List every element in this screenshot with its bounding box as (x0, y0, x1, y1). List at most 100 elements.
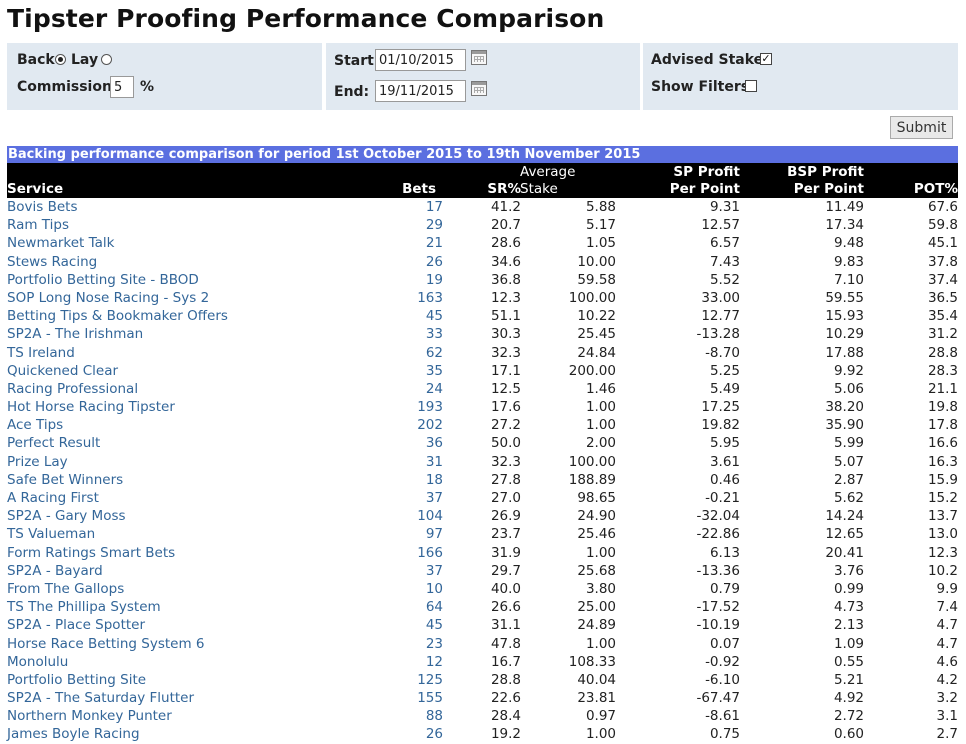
service-link[interactable]: Newmarket Talk (7, 234, 115, 252)
bets-link[interactable]: 21 (426, 234, 443, 252)
bets-link[interactable]: 104 (417, 507, 443, 525)
bets-link[interactable]: 64 (426, 598, 443, 616)
calendar-icon[interactable] (471, 50, 487, 65)
service-link[interactable]: Horse Race Betting System 6 (7, 635, 205, 653)
bets-link[interactable]: 202 (417, 416, 443, 434)
header-service: Service (7, 181, 64, 197)
table-row: SP2A - Bayard 37 29.7 25.68 -13.36 3.76 10.2 (7, 562, 958, 580)
service-link[interactable]: Betting Tips & Bookmaker Offers (7, 307, 228, 325)
bsp-profit-cell: 2.72 (833, 708, 864, 725)
service-link[interactable]: SOP Long Nose Racing - Sys 2 (7, 289, 209, 307)
bets-link[interactable]: 35 (426, 362, 443, 380)
pot-cell: 36.5 (927, 289, 958, 306)
service-link[interactable]: Safe Bet Winners (7, 471, 123, 489)
service-link[interactable]: A Racing First (7, 489, 99, 507)
bets-link[interactable]: 45 (426, 307, 443, 325)
bets-link[interactable]: 33 (426, 325, 443, 343)
service-link[interactable]: Northern Monkey Punter (7, 707, 172, 725)
service-link[interactable]: SP2A - Bayard (7, 562, 103, 580)
lay-radio[interactable] (101, 54, 112, 65)
service-link[interactable]: Portfolio Betting Site (7, 671, 146, 689)
service-link[interactable]: SP2A - The Saturday Flutter (7, 689, 194, 707)
sr-cell: 22.6 (490, 690, 521, 707)
submit-button[interactable]: Submit (890, 116, 953, 139)
pot-cell: 12.3 (927, 544, 958, 561)
bets-link[interactable]: 155 (417, 689, 443, 707)
service-link[interactable]: SP2A - The Irishman (7, 325, 143, 343)
service-link[interactable]: Bovis Bets (7, 198, 77, 216)
bsp-profit-cell: 15.93 (825, 308, 864, 325)
start-date-input[interactable] (375, 49, 466, 71)
show-filters-checkbox[interactable] (745, 80, 757, 92)
bets-link[interactable]: 163 (417, 289, 443, 307)
service-link[interactable]: SP2A - Gary Moss (7, 507, 126, 525)
bets-link[interactable]: 193 (417, 398, 443, 416)
bets-link[interactable]: 166 (417, 544, 443, 562)
bets-link[interactable]: 17 (426, 198, 443, 216)
service-link[interactable]: Perfect Result (7, 434, 100, 452)
bets-link[interactable]: 37 (426, 562, 443, 580)
service-link[interactable]: From The Gallops (7, 580, 124, 598)
service-link[interactable]: Stews Racing (7, 253, 97, 271)
end-date-input[interactable] (375, 80, 466, 102)
sp-profit-cell: 0.79 (709, 580, 740, 597)
bets-link[interactable]: 26 (426, 725, 443, 743)
pot-cell: 37.8 (927, 253, 958, 270)
pot-cell: 15.9 (927, 471, 958, 488)
service-link[interactable]: TS Ireland (7, 344, 75, 362)
bet-type-panel: Back Lay Commission: % (7, 43, 322, 110)
bets-link[interactable]: 97 (426, 525, 443, 543)
bets-link[interactable]: 88 (426, 707, 443, 725)
table-row: Quickened Clear 35 17.1 200.00 5.25 9.92 28.3 (7, 362, 958, 380)
pot-cell: 17.8 (927, 417, 958, 434)
bets-link[interactable]: 12 (426, 653, 443, 671)
service-link[interactable]: Hot Horse Racing Tipster (7, 398, 175, 416)
sr-cell: 28.6 (490, 235, 521, 252)
table-row: Ace Tips 202 27.2 1.00 19.82 35.90 17.8 (7, 416, 958, 434)
bets-link[interactable]: 19 (426, 271, 443, 289)
service-link[interactable]: Ace Tips (7, 416, 63, 434)
back-radio[interactable] (55, 54, 66, 65)
service-link[interactable]: Quickened Clear (7, 362, 118, 380)
sp-profit-cell: -13.36 (696, 562, 740, 579)
bets-link[interactable]: 31 (426, 453, 443, 471)
table-row: TS The Phillipa System 64 26.6 25.00 -17.52 4… (7, 598, 958, 616)
bets-link[interactable]: 125 (417, 671, 443, 689)
service-link[interactable]: Portfolio Betting Site - BBOD (7, 271, 199, 289)
service-link[interactable]: Monolulu (7, 653, 68, 671)
advised-stakes-checkbox[interactable]: ✓ (760, 53, 772, 65)
pot-cell: 16.6 (927, 435, 958, 452)
service-link[interactable]: Prize Lay (7, 453, 68, 471)
header-bsp-top: BSP Profit (787, 164, 864, 180)
service-link[interactable]: TS Valueman (7, 525, 95, 543)
bets-link[interactable]: 10 (426, 580, 443, 598)
bets-link[interactable]: 37 (426, 489, 443, 507)
stake-cell: 100.00 (568, 289, 616, 306)
stake-cell: 24.89 (577, 617, 616, 634)
bets-link[interactable]: 26 (426, 253, 443, 271)
pot-cell: 21.1 (927, 380, 958, 397)
service-link[interactable]: James Boyle Racing (7, 725, 140, 743)
service-link[interactable]: TS The Phillipa System (7, 598, 161, 616)
service-link[interactable]: SP2A - Place Spotter (7, 616, 145, 634)
bets-link[interactable]: 29 (426, 216, 443, 234)
service-link[interactable]: Form Ratings Smart Bets (7, 544, 175, 562)
table-row: Bovis Bets 17 41.2 5.88 9.31 11.49 67.6 (7, 198, 958, 216)
bets-link[interactable]: 24 (426, 380, 443, 398)
bets-link[interactable]: 45 (426, 616, 443, 634)
bets-link[interactable]: 36 (426, 434, 443, 452)
commission-input[interactable] (110, 76, 134, 98)
calendar-icon[interactable] (471, 81, 487, 96)
sp-profit-cell: 6.13 (709, 544, 740, 561)
service-link[interactable]: Ram Tips (7, 216, 69, 234)
bets-link[interactable]: 62 (426, 344, 443, 362)
bets-link[interactable]: 23 (426, 635, 443, 653)
bsp-profit-cell: 20.41 (825, 544, 864, 561)
table-row: Betting Tips & Bookmaker Offers 45 51.1 10.… (7, 307, 958, 325)
service-link[interactable]: Racing Professional (7, 380, 138, 398)
sr-cell: 27.8 (490, 471, 521, 488)
bsp-profit-cell: 10.29 (825, 326, 864, 343)
sr-cell: 31.9 (490, 544, 521, 561)
pot-cell: 59.8 (927, 217, 958, 234)
bets-link[interactable]: 18 (426, 471, 443, 489)
